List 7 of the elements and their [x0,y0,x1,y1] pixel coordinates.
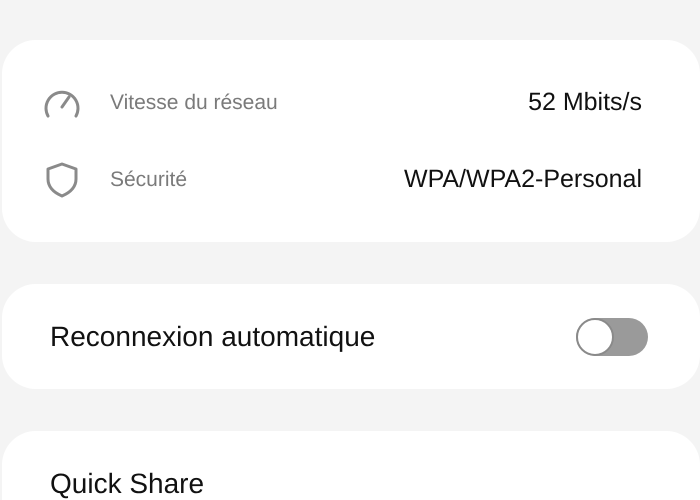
setting-label: Reconnexion automatique [50,320,376,352]
info-label: Vitesse du réseau [110,90,279,114]
info-value: WPA/WPA2-Personal [404,165,642,194]
info-value: 52 Mbits/s [528,88,642,117]
info-label: Sécurité [110,168,188,192]
setting-label[interactable]: Quick Share [50,468,204,500]
toggle-switch[interactable] [576,318,648,356]
